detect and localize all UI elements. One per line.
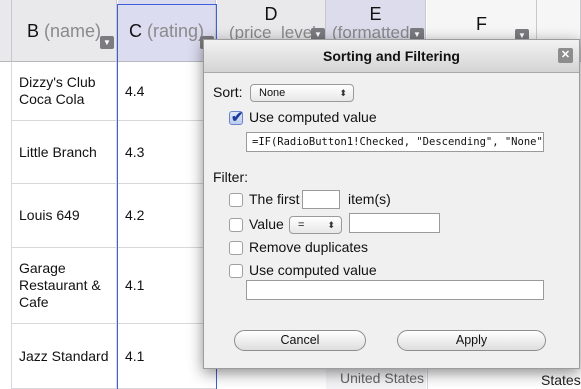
- checkmark-icon: ✔: [231, 109, 244, 126]
- cell-name-text: Garage Restaurant & Cafe: [19, 260, 101, 310]
- remove-duplicates-checkbox[interactable]: [229, 241, 243, 255]
- value-operator-select[interactable]: = ⬍: [289, 216, 342, 234]
- column-b-dropdown-icon[interactable]: ▼: [100, 36, 114, 49]
- selected-column-top-edge: [117, 4, 217, 5]
- row-header-corner: [0, 0, 12, 62]
- column-c-letter: C: [128, 21, 142, 41]
- dialog-title: Sorting and Filtering: [323, 48, 460, 64]
- cell-rating-text: 4.4: [125, 82, 145, 99]
- cancel-button[interactable]: Cancel: [234, 330, 366, 351]
- cell-name[interactable]: Louis 649: [12, 184, 117, 248]
- sort-formula-input[interactable]: =IF(RadioButton1!Checked, "Descending", …: [246, 132, 544, 152]
- cell-name[interactable]: Garage Restaurant & Cafe: [12, 248, 117, 324]
- sort-select-value: None: [259, 87, 286, 99]
- sort-use-computed-label: Use computed value: [249, 109, 377, 125]
- cell-rating-text: 4.1: [125, 347, 145, 364]
- column-b-field: (name): [44, 21, 102, 41]
- row-number-strip: [0, 62, 12, 389]
- sort-label: Sort:: [213, 84, 243, 100]
- cell-rating[interactable]: 4.1: [118, 248, 216, 324]
- first-n-label: The first: [249, 191, 300, 207]
- filter-label: Filter:: [213, 169, 248, 185]
- cell-name[interactable]: Dizzy's Club Coca Cola: [12, 62, 117, 121]
- cell-rating[interactable]: 4.4: [118, 62, 216, 121]
- filter-formula-input[interactable]: [246, 280, 544, 300]
- column-e-letter: E: [369, 4, 382, 24]
- cell-rating-text: 4.2: [125, 207, 145, 223]
- cell-country-partial: States: [541, 372, 581, 388]
- cell-rating-text: 4.1: [125, 277, 145, 293]
- value-operator-value: =: [298, 219, 305, 231]
- cell-rating[interactable]: 4.3: [118, 121, 216, 184]
- sorting-filtering-dialog: Sorting and Filtering ✕ Sort: None ⬍ ✔ U…: [203, 39, 580, 369]
- cell-rating[interactable]: 4.2: [118, 184, 216, 248]
- cell-rating-text: 4.3: [125, 143, 145, 160]
- cell-name[interactable]: Little Branch: [12, 121, 117, 184]
- items-label: item(s): [348, 191, 391, 207]
- column-d-letter: D: [264, 4, 278, 24]
- sort-use-computed-checkbox[interactable]: ✔: [229, 109, 244, 126]
- sort-select[interactable]: None ⬍: [250, 84, 354, 102]
- apply-button[interactable]: Apply: [397, 330, 546, 351]
- cell-name-text: Jazz Standard: [19, 347, 109, 364]
- value-checkbox[interactable]: [229, 218, 243, 232]
- cell-country-partial: United States: [340, 370, 425, 386]
- column-b-letter: B: [26, 21, 39, 41]
- cell-name[interactable]: Jazz Standard: [12, 324, 117, 389]
- cell-name-text: Dizzy's Club Coca Cola: [19, 74, 96, 107]
- filter-use-computed-label: Use computed value: [249, 262, 377, 278]
- cell-rating[interactable]: 4.1: [118, 324, 216, 389]
- cell-name-text: Louis 649: [19, 207, 80, 223]
- column-header-c[interactable]: C (rating) ▼: [118, 0, 216, 62]
- first-n-checkbox[interactable]: [229, 193, 243, 207]
- updown-arrows-icon: ⬍: [327, 220, 335, 230]
- remove-duplicates-label: Remove duplicates: [249, 239, 369, 255]
- dialog-titlebar[interactable]: Sorting and Filtering ✕: [204, 40, 579, 73]
- first-n-input[interactable]: [302, 190, 340, 209]
- cell-name-text: Little Branch: [19, 143, 97, 160]
- column-header-b[interactable]: B (name) ▼: [12, 0, 117, 62]
- updown-arrows-icon: ⬍: [339, 88, 347, 98]
- column-c-field: (rating): [147, 21, 205, 41]
- close-icon[interactable]: ✕: [558, 48, 573, 63]
- value-label: Value: [249, 216, 284, 232]
- filter-use-computed-checkbox[interactable]: [229, 264, 243, 278]
- value-input[interactable]: [349, 213, 440, 233]
